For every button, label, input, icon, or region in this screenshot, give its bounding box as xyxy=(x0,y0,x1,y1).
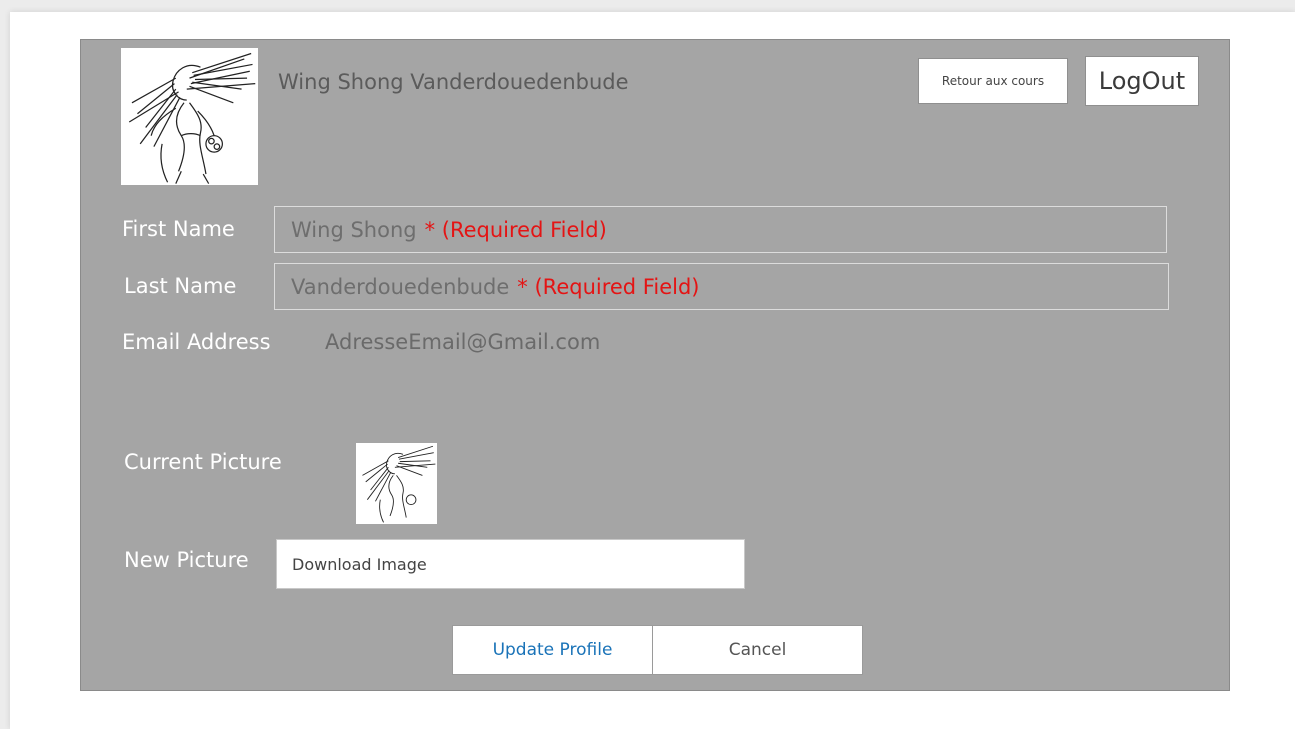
cancel-button[interactable]: Cancel xyxy=(653,625,863,675)
last-name-label: Last Name xyxy=(124,274,237,298)
profile-sketch-thumbnail-icon xyxy=(356,443,437,524)
first-name-field[interactable]: Wing Shong * (Required Field) xyxy=(274,206,1167,253)
last-name-value: Vanderdouedenbude xyxy=(291,274,510,299)
last-name-required-note: * (Required Field) xyxy=(517,274,700,299)
profile-sketch-icon xyxy=(121,48,258,185)
current-picture-label: Current Picture xyxy=(124,450,282,474)
update-profile-button[interactable]: Update Profile xyxy=(452,625,653,675)
first-name-label: First Name xyxy=(122,217,235,241)
first-name-required-note: * (Required Field) xyxy=(424,217,607,242)
first-name-value: Wing Shong xyxy=(291,217,417,242)
last-name-field[interactable]: Vanderdouedenbude * (Required Field) xyxy=(274,263,1169,310)
email-value: AdresseEmail@Gmail.com xyxy=(325,330,601,354)
new-picture-label: New Picture xyxy=(124,548,249,572)
profile-avatar-large xyxy=(121,48,258,185)
back-to-courses-button[interactable]: Retour aux cours xyxy=(918,58,1068,104)
email-label: Email Address xyxy=(122,330,271,354)
user-full-name: Wing Shong Vanderdouedenbude xyxy=(278,70,629,94)
current-picture-thumbnail xyxy=(356,443,437,524)
download-image-input[interactable]: Download Image xyxy=(276,539,745,589)
logout-button[interactable]: LogOut xyxy=(1085,56,1199,106)
